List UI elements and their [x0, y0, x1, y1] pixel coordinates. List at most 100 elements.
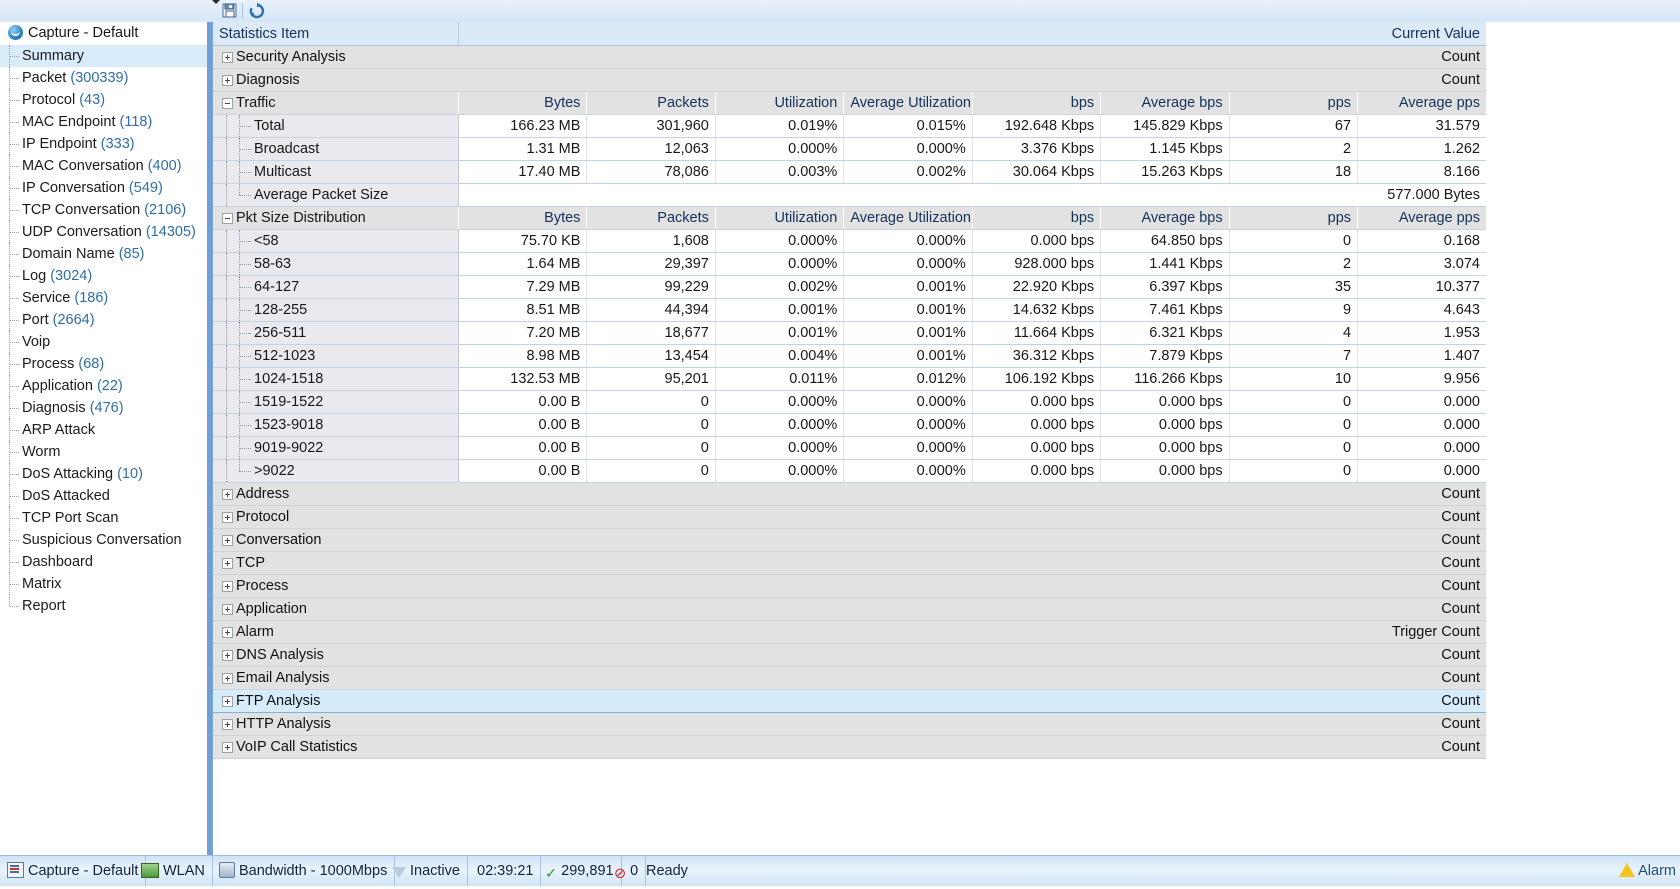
sidebar-item-matrix[interactable]: Matrix: [0, 573, 212, 595]
expand-icon[interactable]: [222, 535, 233, 546]
table-row[interactable]: 128-255 8.51 MB 44,394 0.001% 0.001% 14.632 K…: [213, 298, 1486, 322]
group-row[interactable]: TCP Count: [213, 551, 1486, 575]
expand-icon[interactable]: [222, 75, 233, 86]
group-row[interactable]: Process Count: [213, 574, 1486, 598]
collapse-icon[interactable]: [222, 213, 233, 224]
expand-icon[interactable]: [222, 52, 233, 63]
group-row[interactable]: Diagnosis Count: [213, 68, 1486, 92]
table-row[interactable]: >9022 0.00 B 0 0.000% 0.000% 0.000 bps 0.000 b…: [213, 459, 1486, 483]
expand-icon[interactable]: [222, 581, 233, 592]
sidebar-item-arp-attack[interactable]: ARP Attack: [0, 419, 212, 441]
row-label: <58: [254, 233, 279, 249]
tree-guide: [226, 276, 227, 298]
table-row[interactable]: 512-1023 8.98 MB 13,454 0.004% 0.001% 36.312 …: [213, 344, 1486, 368]
sidebar-item-udp-conversation[interactable]: UDP Conversation (14305): [0, 221, 212, 243]
table-header-row[interactable]: Statistics Item Current Value: [213, 22, 1486, 46]
table-row[interactable]: 256-511 7.20 MB 18,677 0.001% 0.001% 11.664 K…: [213, 321, 1486, 345]
table-row[interactable]: 9019-9022 0.00 B 0 0.000% 0.000% 0.000 bps 0.0…: [213, 436, 1486, 460]
table-row[interactable]: Broadcast 1.31 MB 12,063 0.000% 0.000% 3.376 …: [213, 137, 1486, 161]
expand-icon[interactable]: [222, 650, 233, 661]
metric-header-row[interactable]: Pkt Size Distribution Bytes Packets Utiliza…: [213, 206, 1486, 230]
sidebar-item-mac-endpoint[interactable]: MAC Endpoint (118): [0, 111, 212, 133]
metric-header-row[interactable]: Traffic Bytes Packets Utilization Average Ut…: [213, 91, 1486, 115]
sidebar-item-report[interactable]: Report: [0, 595, 212, 617]
row-label-cell: Average Packet Size: [213, 183, 459, 207]
sidebar-item-worm[interactable]: Worm: [0, 441, 212, 463]
status-alarm[interactable]: Alarm: [1619, 856, 1680, 886]
column-header-utilization: Utilization: [714, 206, 844, 230]
table-row[interactable]: 58-63 1.64 MB 29,397 0.000% 0.000% 928.000 bp…: [213, 252, 1486, 276]
collapse-icon[interactable]: [222, 98, 233, 109]
expand-icon[interactable]: [222, 673, 233, 684]
chevron-down-icon[interactable]: [212, 0, 220, 4]
sidebar-item-summary[interactable]: Summary: [0, 45, 212, 67]
status-filter[interactable]: Inactive: [385, 856, 468, 886]
sidebar-item-domain-name[interactable]: Domain Name (85): [0, 243, 212, 265]
table-row[interactable]: Average Packet Size 577.000 Bytes: [213, 183, 1486, 207]
group-row[interactable]: Email Analysis Count: [213, 666, 1486, 690]
group-row[interactable]: VoIP Call Statistics Count: [213, 735, 1486, 759]
sidebar-item-dashboard[interactable]: Dashboard: [0, 551, 212, 573]
navigation-sidebar[interactable]: Capture - Default Summary Packet (300339)…: [0, 22, 212, 855]
sidebar-item-process[interactable]: Process (68): [0, 353, 212, 375]
sidebar-item-voip[interactable]: Voip: [0, 331, 212, 353]
sidebar-item-label: MAC Endpoint: [22, 114, 116, 130]
cell-average-packet-size: 577.000 Bytes: [1357, 183, 1486, 207]
group-row[interactable]: Application Count: [213, 597, 1486, 621]
sidebar-item-packet[interactable]: Packet (300339): [0, 67, 212, 89]
sidebar-item-application[interactable]: Application (22): [0, 375, 212, 397]
group-row[interactable]: FTP Analysis Count: [213, 689, 1486, 713]
table-row[interactable]: 64-127 7.29 MB 99,229 0.002% 0.001% 22.920 Kb…: [213, 275, 1486, 299]
group-label-cell: DNS Analysis: [213, 643, 459, 667]
group-row[interactable]: Conversation Count: [213, 528, 1486, 552]
table-row[interactable]: <58 75.70 KB 1,608 0.000% 0.000% 0.000 bps 64.…: [213, 229, 1486, 253]
expand-icon[interactable]: [222, 696, 233, 707]
expand-icon[interactable]: [222, 604, 233, 615]
group-row[interactable]: Address Count: [213, 482, 1486, 506]
expand-icon[interactable]: [222, 627, 233, 638]
save-icon[interactable]: [220, 2, 240, 20]
cell-pps: 4: [1229, 321, 1359, 345]
expand-icon[interactable]: [222, 742, 233, 753]
refresh-icon[interactable]: [248, 2, 268, 20]
sidebar-item-dos-attacking[interactable]: DoS Attacking (10): [0, 463, 212, 485]
group-row[interactable]: Alarm Trigger Count: [213, 620, 1486, 644]
sidebar-item-log[interactable]: Log (3024): [0, 265, 212, 287]
status-bandwidth[interactable]: Bandwidth - 1000Mbps: [212, 856, 396, 886]
tree-guide: [226, 437, 227, 459]
sidebar-item-suspicious-conversation[interactable]: Suspicious Conversation: [0, 529, 212, 551]
expand-icon[interactable]: [222, 558, 233, 569]
sidebar-root-node[interactable]: Capture - Default: [0, 22, 212, 45]
sidebar-item-dos-attacked[interactable]: DoS Attacked: [0, 485, 212, 507]
row-label: Average Packet Size: [254, 187, 389, 203]
sidebar-item-tcp-port-scan[interactable]: TCP Port Scan: [0, 507, 212, 529]
expand-icon[interactable]: [222, 512, 233, 523]
group-row[interactable]: HTTP Analysis Count: [213, 712, 1486, 736]
expand-icon[interactable]: [222, 489, 233, 500]
sidebar-item-tcp-conversation[interactable]: TCP Conversation (2106): [0, 199, 212, 221]
status-adapter[interactable]: WLAN: [134, 856, 213, 886]
table-row[interactable]: 1519-1522 0.00 B 0 0.000% 0.000% 0.000 bps 0.0…: [213, 390, 1486, 414]
sidebar-item-mac-conversation[interactable]: MAC Conversation (400): [0, 155, 212, 177]
group-label-cell: Process: [213, 574, 459, 598]
cell-pps: 67: [1229, 114, 1359, 138]
sidebar-item-ip-conversation[interactable]: IP Conversation (549): [0, 177, 212, 199]
group-row[interactable]: Security Analysis Count: [213, 45, 1486, 69]
cell-util: 0.000%: [715, 413, 845, 437]
sidebar-item-diagnosis[interactable]: Diagnosis (476): [0, 397, 212, 419]
expand-icon[interactable]: [222, 719, 233, 730]
table-row[interactable]: Total 166.23 MB 301,960 0.019% 0.015% 192.648…: [213, 114, 1486, 138]
sidebar-item-port[interactable]: Port (2664): [0, 309, 212, 331]
table-row[interactable]: 1024-1518 132.53 MB 95,201 0.011% 0.012% 106.…: [213, 367, 1486, 391]
cell-abps: 7.879 Kbps: [1100, 344, 1230, 368]
status-capture[interactable]: Capture - Default: [0, 856, 147, 886]
table-row[interactable]: 1523-9018 0.00 B 0 0.000% 0.000% 0.000 bps 0.0…: [213, 413, 1486, 437]
sidebar-item-service[interactable]: Service (186): [0, 287, 212, 309]
group-row[interactable]: Protocol Count: [213, 505, 1486, 529]
table-row[interactable]: Multicast 17.40 MB 78,086 0.003% 0.002% 30.06…: [213, 160, 1486, 184]
sidebar-item-protocol[interactable]: Protocol (43): [0, 89, 212, 111]
sidebar-item-ip-endpoint[interactable]: IP Endpoint (333): [0, 133, 212, 155]
tree-elbow: [239, 241, 251, 242]
group-value-cell: Count: [458, 597, 1486, 621]
group-row[interactable]: DNS Analysis Count: [213, 643, 1486, 667]
